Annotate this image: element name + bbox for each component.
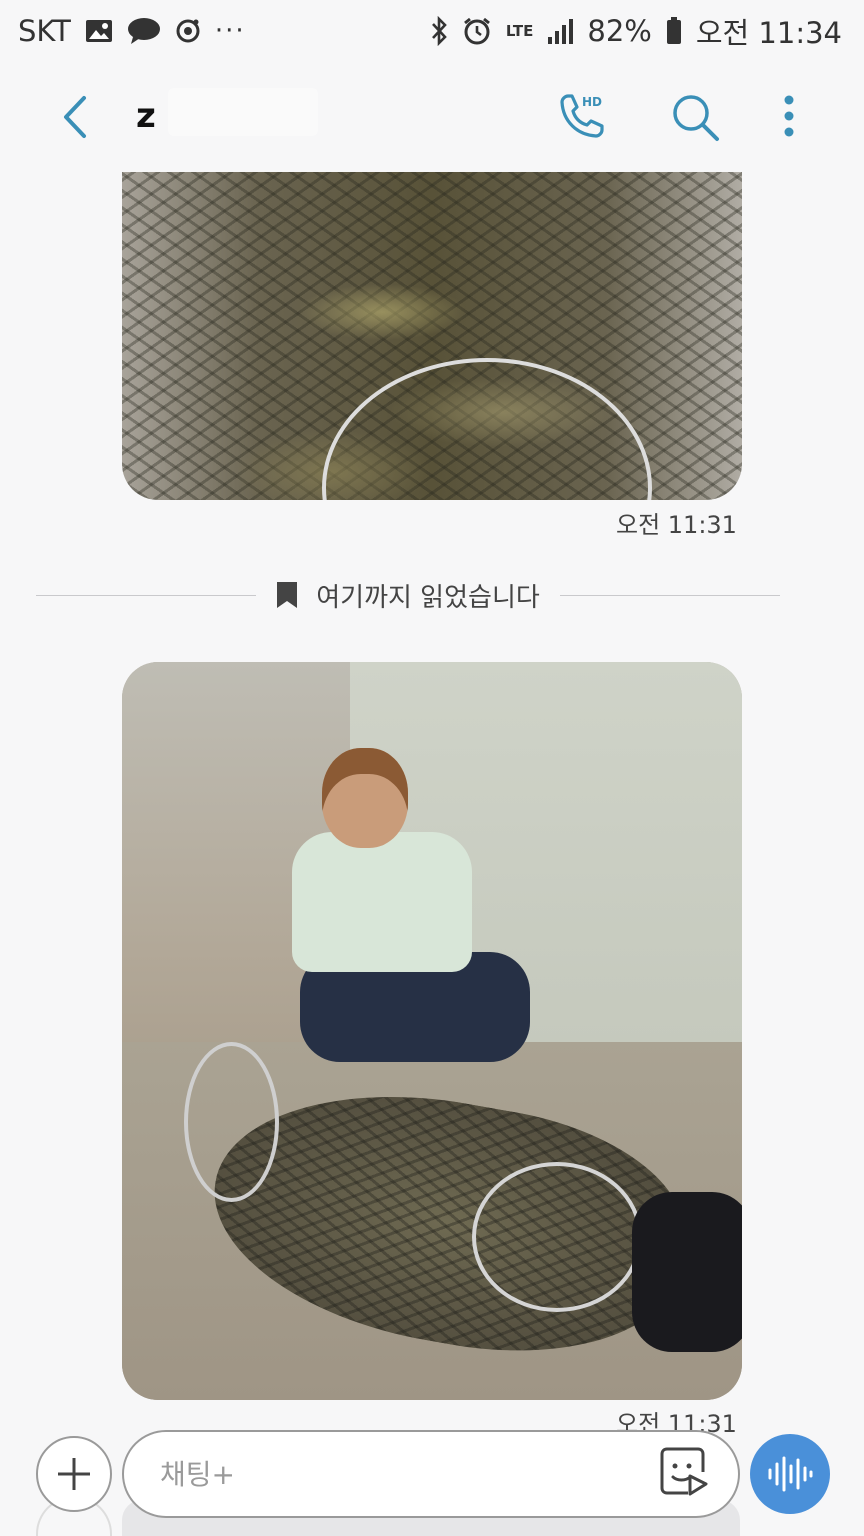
divider-center: 여기까지 읽었습니다 [256,577,560,614]
message-input-bar [0,1426,864,1536]
landing-net-ring [322,358,652,500]
bookmark-icon [277,582,298,608]
divider-label: 여기까지 읽었습니다 [316,582,540,613]
battery-icon [666,17,682,45]
more-options-button[interactable] [774,92,804,142]
camera-notification-icon [175,18,201,44]
photo-net-ring [472,1162,642,1312]
search-icon [673,95,719,141]
alarm-icon [462,16,492,46]
voice-record-button[interactable] [750,1434,830,1514]
divider-line [36,594,257,596]
hd-call-icon: HD [560,94,604,138]
status-bar: SKT ··· LTE 82% 오전 11:34 [0,0,864,62]
read-marker-divider: 여기까지 읽었습니다 [36,572,781,618]
photo-bag [632,1192,742,1352]
chat-input[interactable] [122,1430,740,1518]
chevron-left-icon [64,96,86,138]
search-button[interactable] [670,92,722,144]
chat-notification-icon [127,17,161,45]
sticker-button[interactable] [656,1444,712,1500]
photo-net-ring [184,1042,279,1202]
gallery-notification-icon [85,19,113,43]
message-timestamp: 오전 11:31 [616,511,737,539]
svg-text:HD: HD [582,95,602,109]
more-vertical-icon [784,95,794,137]
bluetooth-icon [430,16,448,46]
signal-icon [547,17,574,45]
add-attachment-button[interactable] [36,1436,112,1512]
message-image[interactable] [122,662,742,1400]
more-notifications-icon: ··· [214,16,246,46]
clock: 오전 11:34 [695,16,842,50]
back-button[interactable] [56,92,96,142]
name-redaction [168,88,318,136]
photo-person-head [322,748,408,848]
plus-icon [58,1458,90,1490]
photo-person-shirt [292,832,472,972]
contact-name: z [136,96,156,136]
status-left: SKT ··· [18,14,246,48]
message-image[interactable] [122,172,742,500]
network-type-label: LTE [505,21,534,40]
hd-call-button[interactable]: HD [552,88,610,146]
status-right: LTE 82% 오전 11:34 [430,10,842,52]
sticker-icon [660,1447,708,1496]
divider-line [559,594,781,596]
voice-wave-icon [768,1456,813,1492]
carrier-label: SKT [18,14,71,48]
conversation-header: z HD [0,62,864,172]
battery-percent: 82% [587,14,652,48]
